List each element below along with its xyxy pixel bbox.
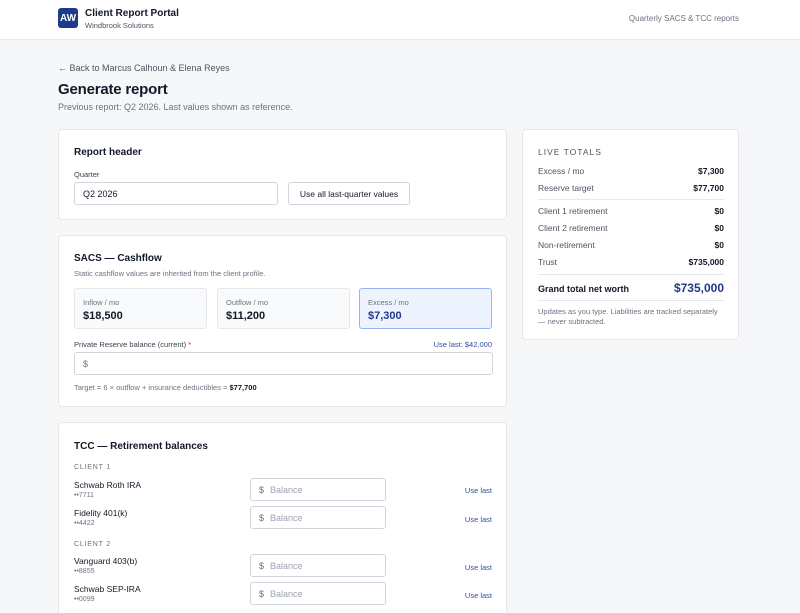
outflow-label: Outflow / mo [226,298,269,307]
quarter-value: Q2 2026 [83,188,118,199]
topbar-tagline: Quarterly SACS & TCC reports [628,14,739,23]
totals-note: Updates as you type. Liabilities are tra… [538,307,718,326]
currency-prefix: $ [259,512,265,523]
account-number: ••0099 [74,596,95,603]
total-row-value: $0 [714,223,724,233]
brand-title: Client Report Portal [85,8,179,19]
balance-placeholder: Balance [270,484,303,495]
quarter-input[interactable]: Q2 2026 [74,182,278,205]
brand-subtitle: Windbrook Solutions [85,21,154,30]
excess-stat: Excess / mo $7,300 [359,288,492,329]
reserve-target-formula: Target = 6 × outflow + insurance deducti… [74,383,230,392]
use-last-link[interactable]: Use last [465,486,492,495]
outflow-stat: Outflow / mo $11,200 [217,288,350,329]
client-1-label: CLIENT 1 [74,464,112,471]
inflow-stat: Inflow / mo $18,500 [74,288,207,329]
account-name: Vanguard 403(b) [74,556,138,566]
account-number: ••7711 [74,492,94,499]
outflow-value: $11,200 [226,310,266,322]
reserve-target-value: $77,700 [229,383,257,392]
account-number: ••4422 [74,520,95,527]
brand-logo[interactable]: AW [58,8,78,28]
sacs-title: SACS — Cashflow [74,253,162,264]
currency-prefix: $ [259,560,265,571]
balance-placeholder: Balance [270,588,303,599]
total-row-label: Non-retirement [538,240,595,250]
totals-divider [538,199,724,200]
reserve-currency-prefix: $ [83,358,89,369]
balance-input[interactable]: $ Balance [250,478,386,501]
total-row-value: $0 [714,206,724,216]
inflow-label: Inflow / mo [83,298,120,307]
total-row-label: Client 2 retirement [538,223,608,233]
total-row-value: $0 [714,240,724,250]
total-row: Reserve target $77,700 [538,183,724,195]
total-row: Non-retirement $0 [538,240,724,252]
balance-placeholder: Balance [270,560,303,571]
page-subtitle: Previous report: Q2 2026. Last values sh… [58,102,293,112]
total-row: Client 1 retirement $0 [538,206,724,218]
inflow-value: $18,500 [83,310,123,322]
totals-divider [538,300,724,301]
total-row-label: Excess / mo [538,166,585,176]
reserve-target-text: Target = 6 × outflow + insurance deducti… [74,383,257,392]
sacs-card: SACS — Cashflow Static cashflow values a… [58,235,507,407]
sacs-subtitle: Static cashflow values are inherited fro… [74,269,266,278]
tcc-card: TCC — Retirement balances CLIENT 1 Schwa… [58,422,507,613]
report-header-card: Report header Quarter Q2 2026 Use all la… [58,129,507,220]
account-name: Fidelity 401(k) [74,508,128,518]
currency-prefix: $ [259,484,265,495]
balance-input[interactable]: $ Balance [250,554,386,577]
required-asterisk: * [188,340,192,349]
total-row: Excess / mo $7,300 [538,166,724,178]
client-2-label: CLIENT 2 [74,541,112,548]
report-header-title: Report header [74,147,142,158]
reserve-label: Private Reserve balance (current) * [74,340,191,349]
use-all-last-quarter-button[interactable]: Use all last-quarter values [288,182,410,205]
total-row-label: Trust [538,257,558,267]
total-row-label: Client 1 retirement [538,206,608,216]
reserve-label-text: Private Reserve balance (current) [74,340,187,349]
total-row-value: $7,300 [698,166,724,176]
use-last-link[interactable]: Use last [465,563,492,572]
top-bar: AW Client Report Portal Windbrook Soluti… [0,0,800,40]
back-link[interactable]: ← Back to Marcus Calhoun & Elena Reyes [58,63,230,73]
balance-input[interactable]: $ Balance [250,506,386,529]
total-row-value: $735,000 [688,257,724,267]
live-totals-heading: LIVE TOTALS [538,147,602,157]
page-title: Generate report [58,81,168,98]
total-row: Trust $735,000 [538,257,724,269]
total-row-label: Reserve target [538,183,594,193]
grand-total-label: Grand total net worth [538,284,629,294]
tcc-title: TCC — Retirement balances [74,441,208,452]
balance-input[interactable]: $ Balance [250,582,386,605]
live-totals-card: LIVE TOTALS Excess / mo $7,300 Reserve t… [522,129,739,340]
total-row-value: $77,700 [693,183,724,193]
totals-divider [538,274,724,275]
account-number: ••8855 [74,568,95,575]
excess-value: $7,300 [368,310,402,322]
use-last-link[interactable]: Use last [465,591,492,600]
account-name: Schwab SEP-IRA [74,584,141,594]
total-row: Client 2 retirement $0 [538,223,724,235]
quarter-label: Quarter [74,170,100,179]
excess-label: Excess / mo [368,298,409,307]
reserve-use-last-link[interactable]: Use last: $42,000 [434,340,492,349]
grand-total-value: $735,000 [673,281,724,295]
account-name: Schwab Roth IRA [74,480,142,490]
balance-placeholder: Balance [270,512,303,523]
use-last-link[interactable]: Use last [465,515,492,524]
reserve-balance-input[interactable]: $ [74,352,493,375]
currency-prefix: $ [259,588,265,599]
